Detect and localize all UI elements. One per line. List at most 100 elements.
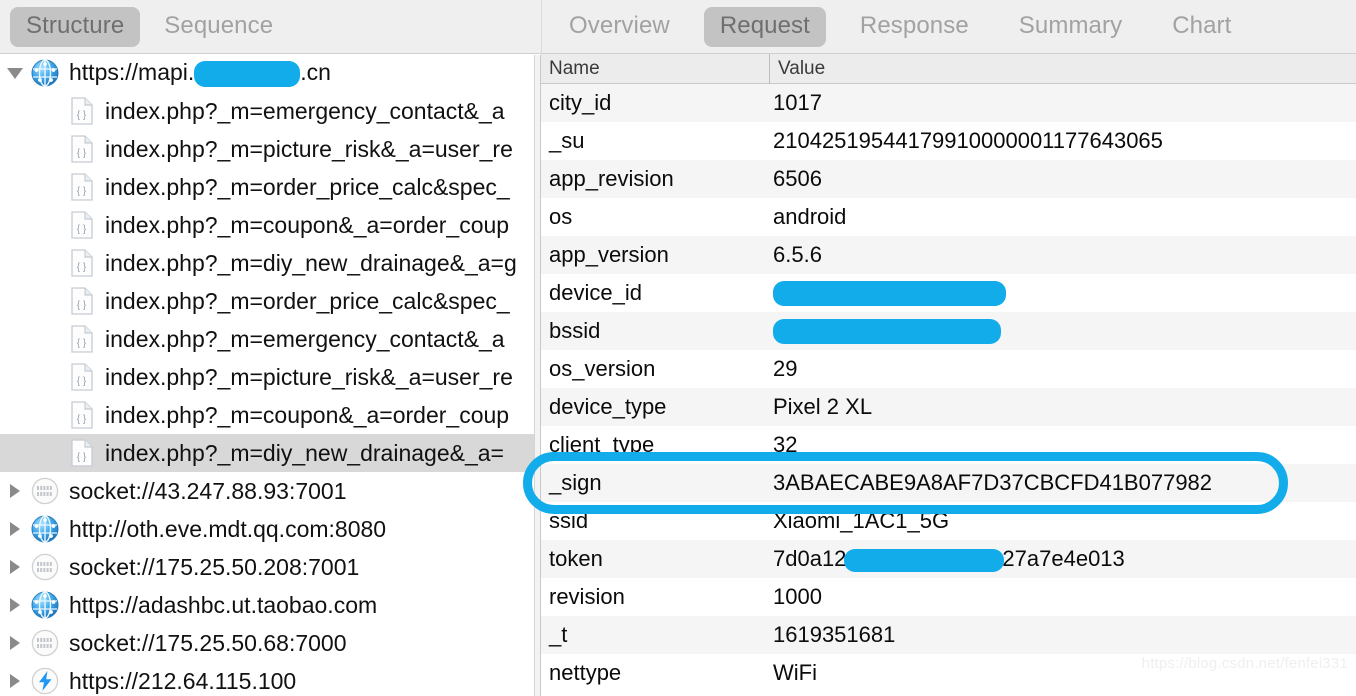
table-row[interactable]: device_id	[541, 274, 1356, 312]
param-name-cell: revision	[549, 584, 625, 609]
chevron-right-icon[interactable]	[0, 560, 30, 574]
tree-host-item[interactable]: https://212.64.115.100	[0, 662, 541, 696]
tree-item-label: index.php?_m=coupon&_a=order_coup	[105, 401, 510, 428]
table-row[interactable]: revision 1000	[541, 578, 1356, 616]
param-name-cell: app_version	[549, 242, 669, 267]
left-tab-sequence[interactable]: Sequence	[148, 7, 289, 47]
table-row[interactable]: _t 1619351681	[541, 616, 1356, 654]
param-name-cell: nettype	[549, 660, 622, 685]
svg-text:{ }: { }	[77, 262, 87, 273]
redaction-bar	[844, 548, 1005, 572]
table-row[interactable]: token 7d0a12 27a7e4e013	[541, 540, 1356, 578]
chevron-right-icon[interactable]	[0, 598, 30, 612]
globe-icon	[30, 514, 60, 544]
tree-item-label: index.php?_m=emergency_contact&_a	[105, 97, 505, 124]
param-value-cell: Xiaomi_1AC1_5G	[773, 508, 950, 533]
param-name-cell: bssid	[549, 318, 601, 343]
watermark: https://blog.csdn.net/fenfei331	[1141, 655, 1348, 672]
table-row[interactable]: client_type 32	[541, 426, 1356, 464]
globe-icon	[30, 58, 60, 88]
tree-request-item[interactable]: { } index.php?_m=coupon&_a=order_coup	[0, 206, 541, 244]
json-file-icon: { }	[70, 325, 94, 353]
tree-item-label: https://adashbc.ut.taobao.com	[69, 591, 378, 618]
table-row[interactable]: city_id 1017	[541, 84, 1356, 122]
chevron-down-icon[interactable]	[0, 67, 30, 79]
chevron-right-icon[interactable]	[0, 484, 30, 498]
tab-request[interactable]: Request	[703, 6, 826, 47]
table-row[interactable]: ssid Xiaomi_1AC1_5G	[541, 502, 1356, 540]
request-detail-pane: Overview Request Response Summary Chart Name…	[541, 0, 1356, 696]
param-value-cell: 32	[773, 432, 798, 457]
table-row[interactable]: app_version 6.5.6	[541, 236, 1356, 274]
param-value-cell	[769, 280, 1006, 307]
param-value-prefix: 7d0a12	[773, 546, 847, 571]
json-file-icon: { }	[70, 211, 94, 239]
svg-text:{ }: { }	[77, 414, 87, 425]
left-tabbar: Structure Sequence	[0, 0, 541, 54]
redaction-bar	[773, 319, 1001, 345]
session-tree[interactable]: https://mapi. .cn { } index.php?_m=emergenc…	[0, 54, 541, 696]
tree-item-label-suffix: .cn	[300, 59, 331, 86]
column-header-name[interactable]: Name	[541, 58, 769, 80]
tree-request-item[interactable]: { } index.php?_m=picture_risk&_a=user_re	[0, 358, 541, 396]
tree-host-item[interactable]: socket://175.25.50.208:7001	[0, 548, 541, 586]
tab-summary[interactable]: Summary	[1003, 7, 1138, 47]
tree-host-item[interactable]: http://oth.eve.mdt.qq.com:8080	[0, 510, 541, 548]
param-name-cell: app_revision	[549, 166, 674, 191]
param-value-cell: 21042519544179910000001177643065	[773, 128, 1163, 153]
tree-request-item[interactable]: { } index.php?_m=coupon&_a=order_coup	[0, 396, 541, 434]
table-row[interactable]: bssid	[541, 312, 1356, 350]
tree-request-item[interactable]: { } index.php?_m=diy_new_drainage&_a=	[0, 434, 541, 472]
tree-request-item[interactable]: { } index.php?_m=picture_risk&_a=user_re	[0, 130, 541, 168]
param-name-cell: token	[549, 546, 603, 571]
tree-item-label: https://mapi. .cn	[69, 59, 331, 87]
tree-request-item[interactable]: { } index.php?_m=emergency_contact&_a	[0, 92, 541, 130]
param-name-cell: os	[549, 204, 573, 229]
json-file-icon: { }	[70, 363, 94, 391]
tree-host-item[interactable]: https://mapi. .cn	[0, 54, 541, 92]
table-row[interactable]: _sign 3ABAECABE9A8AF7D37CBCFD41B077982	[541, 464, 1356, 502]
params-table-header: Name Value	[541, 53, 1356, 84]
table-row[interactable]: os android	[541, 198, 1356, 236]
tree-host-item[interactable]: https://adashbc.ut.taobao.com	[0, 586, 541, 624]
tree-item-label: https://212.64.115.100	[69, 667, 297, 694]
param-value-cell	[769, 318, 1001, 345]
left-tab-structure[interactable]: Structure	[10, 6, 141, 47]
tree-request-item[interactable]: { } index.php?_m=diy_new_drainage&_a=g	[0, 244, 541, 282]
tree-request-item[interactable]: { } index.php?_m=order_price_calc&spec_	[0, 168, 541, 206]
tree-host-item[interactable]: socket://43.247.88.93:7001	[0, 472, 541, 510]
pane-splitter[interactable]	[534, 55, 541, 696]
svg-text:{ }: { }	[77, 110, 87, 121]
param-value-cell: 29	[773, 356, 798, 381]
table-row[interactable]: device_type Pixel 2 XL	[541, 388, 1356, 426]
chevron-right-icon[interactable]	[0, 522, 30, 536]
tab-overview[interactable]: Overview	[553, 7, 686, 47]
json-file-icon: { }	[70, 401, 94, 429]
svg-text:{ }: { }	[77, 148, 87, 159]
column-header-value[interactable]: Value	[770, 58, 825, 80]
charles-proxy-window: Structure Sequence https://mapi. .cn { } ind…	[0, 0, 1356, 696]
structure-pane: Structure Sequence https://mapi. .cn { } ind…	[0, 0, 541, 696]
param-name-cell: ssid	[549, 508, 589, 533]
svg-text:{ }: { }	[77, 338, 87, 349]
redaction-bar	[773, 281, 1006, 307]
json-file-icon: { }	[70, 97, 94, 125]
chevron-right-icon[interactable]	[0, 636, 30, 650]
table-row[interactable]: app_revision 6506	[541, 160, 1356, 198]
tree-request-item[interactable]: { } index.php?_m=order_price_calc&spec_	[0, 282, 541, 320]
tree-host-item[interactable]: socket://175.25.50.68:7000	[0, 624, 541, 662]
svg-text:{ }: { }	[77, 300, 87, 311]
tree-request-item[interactable]: { } index.php?_m=emergency_contact&_a	[0, 320, 541, 358]
tree-item-label: index.php?_m=order_price_calc&spec_	[105, 173, 510, 200]
param-name-cell: _sign	[549, 470, 602, 495]
json-file-icon: { }	[70, 173, 94, 201]
table-row[interactable]: os_version 29	[541, 350, 1356, 388]
tab-chart[interactable]: Chart	[1156, 7, 1247, 47]
redaction-bar	[194, 60, 301, 87]
param-value-cell: 7d0a12 27a7e4e013	[769, 546, 1125, 572]
chevron-right-icon[interactable]	[0, 674, 30, 688]
param-name-cell: client_type	[549, 432, 655, 457]
tab-response[interactable]: Response	[844, 7, 985, 47]
tree-item-label: index.php?_m=order_price_calc&spec_	[105, 287, 510, 314]
table-row[interactable]: _su 21042519544179910000001177643065	[541, 122, 1356, 160]
